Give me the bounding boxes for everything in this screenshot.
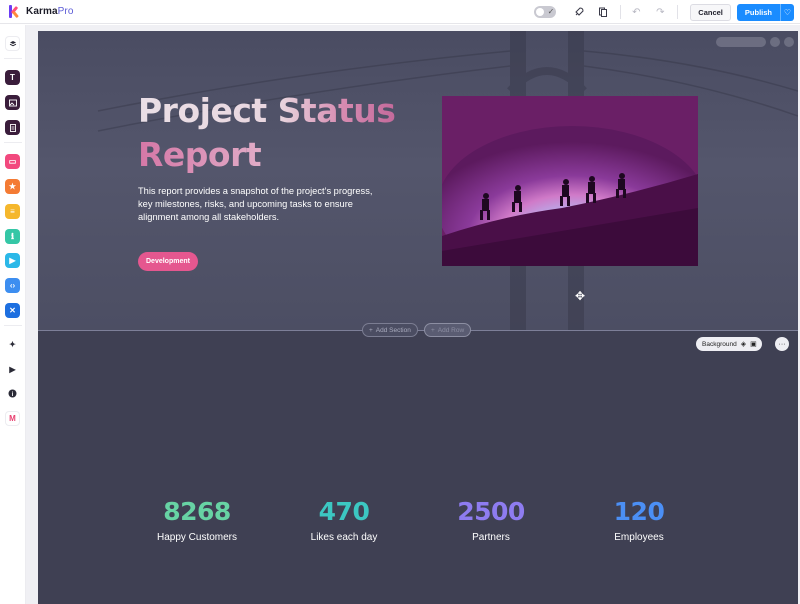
code-icon[interactable]: ‹›: [5, 278, 20, 293]
background-button[interactable]: Background ◈ ▣: [696, 337, 762, 351]
hero-controls: [716, 37, 794, 47]
layers-icon[interactable]: [5, 36, 20, 51]
page-title: Project Status Report: [138, 89, 396, 177]
help-icon[interactable]: i: [5, 386, 20, 401]
add-row-button[interactable]: + Add Row: [424, 323, 472, 337]
stat-value: 2500: [457, 497, 525, 526]
development-tag-button[interactable]: Development: [138, 252, 198, 271]
plus-icon: +: [369, 326, 373, 334]
stat-item: 8268 Happy Customers: [122, 497, 272, 543]
brand-name: KarmaPro: [26, 6, 74, 17]
stat-label: Employees: [614, 532, 664, 543]
preview-toggle[interactable]: ✓: [534, 6, 557, 18]
list-icon[interactable]: ≡: [5, 204, 20, 219]
ai-sparkle-icon[interactable]: ✦: [5, 337, 20, 352]
pages-icon[interactable]: [594, 3, 612, 21]
star-icon[interactable]: ★: [5, 179, 20, 194]
sidebar-divider: [4, 325, 22, 326]
page: Project Status Report This report provid…: [38, 31, 798, 604]
stat-label: Partners: [472, 532, 510, 543]
stat-item: 470 Likes each day: [269, 497, 419, 543]
app-icon[interactable]: ✕: [5, 303, 20, 318]
page-icon[interactable]: [5, 120, 20, 135]
text-icon[interactable]: T: [5, 70, 20, 85]
section-divider: [38, 330, 798, 331]
image-icon[interactable]: [5, 95, 20, 110]
editor-canvas: Project Status Report This report provid…: [26, 25, 800, 604]
cancel-button[interactable]: Cancel: [690, 3, 731, 21]
preview-icon[interactable]: ▶: [5, 362, 20, 377]
stat-value: 470: [318, 497, 370, 526]
tool-sidebar: T ▭ ★ ≡ ℹ ▶ ‹› ✕ ✦ ▶ i M: [0, 25, 26, 604]
toolbar-divider: [677, 5, 679, 19]
redo-icon[interactable]: ↷: [651, 3, 669, 21]
logo[interactable]: KarmaPro: [9, 5, 74, 19]
plus-icon: +: [431, 326, 435, 334]
rocket-icon[interactable]: [570, 3, 588, 21]
toolbar-divider: [620, 5, 622, 19]
hero-section[interactable]: Project Status Report This report provid…: [38, 31, 798, 331]
stat-label: Likes each day: [310, 532, 378, 543]
image-icon[interactable]: ▣: [750, 340, 757, 348]
stat-label: Happy Customers: [156, 532, 238, 543]
stat-item: 120 Employees: [564, 497, 714, 543]
stat-item: 2500 Partners: [416, 497, 566, 543]
m-icon[interactable]: M: [5, 411, 20, 426]
info-icon[interactable]: ℹ: [5, 229, 20, 244]
video-icon[interactable]: ▭: [5, 154, 20, 169]
paint-bucket-icon[interactable]: ◈: [741, 340, 746, 348]
publish-options-heart-icon[interactable]: ♡: [780, 3, 794, 21]
hero-description: This report provides a snapshot of the p…: [138, 186, 373, 222]
undo-icon[interactable]: ↶: [627, 3, 645, 21]
add-section-button[interactable]: + Add Section: [362, 323, 418, 337]
publish-button[interactable]: Publish: [736, 3, 780, 21]
hikers-image[interactable]: [442, 96, 698, 266]
top-bar: KarmaPro ✓ ↶ ↷ Cancel Publish ♡: [0, 0, 800, 24]
move-handle-icon[interactable]: ✥: [575, 289, 585, 303]
stat-value: 120: [613, 497, 665, 526]
stat-value: 8268: [163, 497, 231, 526]
play-icon[interactable]: ▶: [5, 253, 20, 268]
more-options-icon[interactable]: ···: [775, 337, 789, 351]
karma-logo-icon: [9, 5, 22, 19]
sidebar-divider: [4, 142, 22, 143]
sidebar-divider: [4, 58, 22, 59]
